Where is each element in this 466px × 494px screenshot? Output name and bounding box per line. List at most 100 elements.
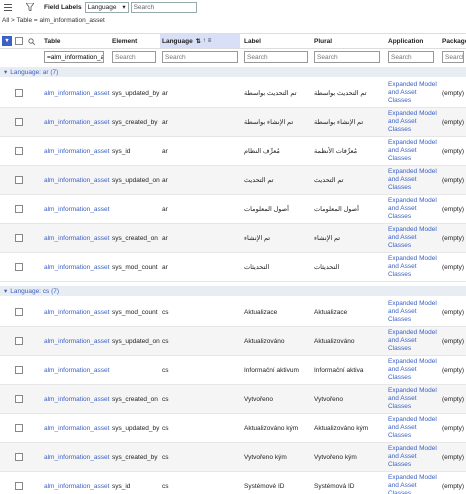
row-checkbox[interactable]: [15, 443, 23, 471]
filter-icon[interactable]: [24, 1, 36, 13]
cell-application[interactable]: Expanded Model and Asset Classes: [388, 356, 440, 384]
column-header-element[interactable]: Element: [112, 34, 137, 48]
cell-application[interactable]: Expanded Model and Asset Classes: [388, 253, 440, 281]
row-checkbox[interactable]: [15, 137, 23, 165]
cell-application-text[interactable]: Expanded Model and Asset Classes: [388, 329, 440, 353]
cell-table-text[interactable]: alm_information_asset: [44, 148, 109, 155]
cell-table-text[interactable]: alm_information_asset: [44, 425, 109, 432]
cell-application[interactable]: Expanded Model and Asset Classes: [388, 443, 440, 471]
row-checkbox[interactable]: [15, 356, 23, 384]
row-checkbox[interactable]: [15, 298, 23, 326]
cell-table-text[interactable]: alm_information_asset: [44, 396, 109, 403]
cell-table-text[interactable]: alm_information_asset: [44, 454, 109, 461]
group-header[interactable]: ▾ Language: cs (7): [0, 286, 466, 296]
cell-table[interactable]: alm_information_asset: [44, 414, 109, 442]
cell-application-text[interactable]: Expanded Model and Asset Classes: [388, 255, 440, 279]
filter-language-input[interactable]: [162, 51, 238, 63]
cell-table-text[interactable]: alm_information_asset: [44, 264, 109, 271]
filter-label-input[interactable]: [244, 51, 308, 63]
sort-ascending-icon[interactable]: ↑: [203, 38, 206, 44]
row-checkbox[interactable]: [15, 108, 23, 136]
cell-application[interactable]: Expanded Model and Asset Classes: [388, 79, 440, 107]
group-header[interactable]: ▾ Language: ar (7): [0, 67, 466, 77]
cell-table-text[interactable]: alm_information_asset: [44, 309, 109, 316]
cell-application[interactable]: Expanded Model and Asset Classes: [388, 472, 440, 494]
filter-plural-input[interactable]: [314, 51, 380, 63]
cell-application-text[interactable]: Expanded Model and Asset Classes: [388, 416, 440, 440]
filter-application-input[interactable]: [388, 51, 434, 63]
row-checkbox[interactable]: [15, 195, 23, 223]
cell-table[interactable]: alm_information_asset: [44, 253, 109, 281]
cell-application[interactable]: Expanded Model and Asset Classes: [388, 137, 440, 165]
column-header-label[interactable]: Label: [244, 34, 261, 48]
cell-table[interactable]: alm_information_asset: [44, 195, 109, 223]
chevron-down-icon[interactable]: ▾: [2, 36, 12, 46]
cell-application-text[interactable]: Expanded Model and Asset Classes: [388, 139, 440, 163]
chevron-down-icon[interactable]: ▾: [4, 68, 7, 76]
list-search-input[interactable]: Search: [130, 1, 197, 13]
column-options-button[interactable]: ▾: [2, 34, 12, 48]
chevron-down-icon[interactable]: ▾: [4, 287, 7, 295]
cell-table[interactable]: alm_information_asset: [44, 108, 109, 136]
cell-table[interactable]: alm_information_asset: [44, 327, 109, 355]
cell-application[interactable]: Expanded Model and Asset Classes: [388, 327, 440, 355]
select-all-checkbox[interactable]: [15, 34, 23, 48]
cell-table-text[interactable]: alm_information_asset: [44, 367, 109, 374]
cell-table-text[interactable]: alm_information_asset: [44, 338, 109, 345]
cell-application[interactable]: Expanded Model and Asset Classes: [388, 195, 440, 223]
column-header-table[interactable]: Table: [44, 34, 61, 48]
column-header-package[interactable]: Package: [442, 34, 466, 48]
row-checkbox[interactable]: [15, 385, 23, 413]
cell-table[interactable]: alm_information_asset: [44, 298, 109, 326]
cell-application[interactable]: Expanded Model and Asset Classes: [388, 166, 440, 194]
cell-application[interactable]: Expanded Model and Asset Classes: [388, 414, 440, 442]
breadcrumb[interactable]: All > Table = alm_information_asset: [2, 17, 105, 24]
cell-table[interactable]: alm_information_asset: [44, 79, 109, 107]
row-checkbox[interactable]: [15, 253, 23, 281]
cell-application-text[interactable]: Expanded Model and Asset Classes: [388, 110, 440, 134]
search-icon[interactable]: [28, 34, 35, 48]
row-checkbox[interactable]: [15, 327, 23, 355]
cell-application[interactable]: Expanded Model and Asset Classes: [388, 224, 440, 252]
cell-application-text[interactable]: Expanded Model and Asset Classes: [388, 197, 440, 221]
cell-application-text[interactable]: Expanded Model and Asset Classes: [388, 474, 440, 494]
cell-application-text[interactable]: Expanded Model and Asset Classes: [388, 81, 440, 105]
cell-table[interactable]: alm_information_asset: [44, 166, 109, 194]
row-checkbox[interactable]: [15, 79, 23, 107]
cell-application[interactable]: Expanded Model and Asset Classes: [388, 385, 440, 413]
cell-table-text[interactable]: alm_information_asset: [44, 119, 109, 126]
cell-application-text[interactable]: Expanded Model and Asset Classes: [388, 387, 440, 411]
sort-icon[interactable]: ⇅: [196, 38, 201, 45]
row-checkbox[interactable]: [15, 472, 23, 494]
filter-element-input[interactable]: [112, 51, 156, 63]
row-checkbox[interactable]: [15, 166, 23, 194]
cell-table[interactable]: alm_information_asset: [44, 472, 109, 494]
cell-table-text[interactable]: alm_information_asset: [44, 177, 109, 184]
cell-application-text[interactable]: Expanded Model and Asset Classes: [388, 168, 440, 192]
cell-table[interactable]: alm_information_asset: [44, 224, 109, 252]
row-checkbox[interactable]: [15, 414, 23, 442]
cell-table-text[interactable]: alm_information_asset: [44, 483, 109, 490]
search-field-select[interactable]: Language ▾: [84, 1, 129, 13]
column-header-language[interactable]: Language ⇅ ↑ ≡: [160, 34, 240, 48]
column-menu-icon[interactable]: ≡: [208, 38, 212, 44]
cell-application[interactable]: Expanded Model and Asset Classes: [388, 108, 440, 136]
cell-table-text[interactable]: alm_information_asset: [44, 90, 109, 97]
cell-application-text[interactable]: Expanded Model and Asset Classes: [388, 445, 440, 469]
cell-application-text[interactable]: Expanded Model and Asset Classes: [388, 358, 440, 382]
cell-table[interactable]: alm_information_asset: [44, 385, 109, 413]
cell-table[interactable]: alm_information_asset: [44, 356, 109, 384]
cell-application[interactable]: Expanded Model and Asset Classes: [388, 298, 440, 326]
cell-application-text[interactable]: Expanded Model and Asset Classes: [388, 300, 440, 324]
cell-table-text[interactable]: alm_information_asset: [44, 235, 109, 242]
filter-package-input[interactable]: [442, 51, 464, 63]
hamburger-icon[interactable]: [2, 1, 14, 13]
cell-table[interactable]: alm_information_asset: [44, 443, 109, 471]
column-header-plural[interactable]: Plural: [314, 34, 332, 48]
cell-table-text[interactable]: alm_information_asset: [44, 206, 109, 213]
filter-table-input[interactable]: [44, 51, 104, 63]
cell-application-text[interactable]: Expanded Model and Asset Classes: [388, 226, 440, 250]
row-checkbox[interactable]: [15, 224, 23, 252]
column-header-application[interactable]: Application: [388, 34, 423, 48]
cell-table[interactable]: alm_information_asset: [44, 137, 109, 165]
